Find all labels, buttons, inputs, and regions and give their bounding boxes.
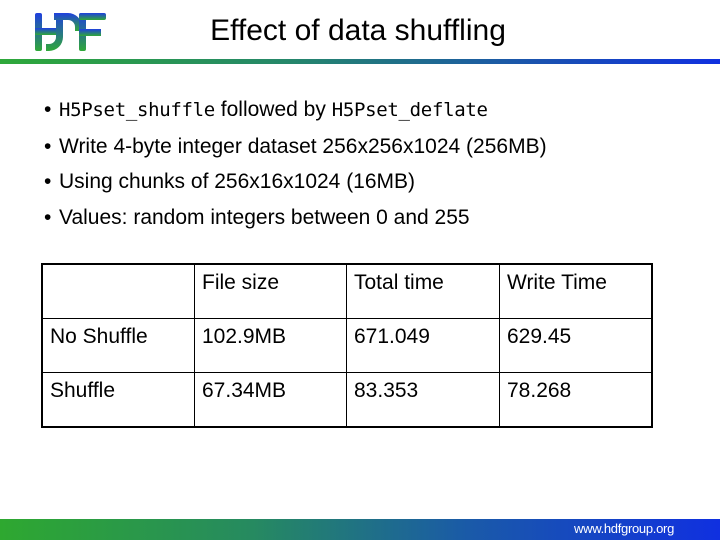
bullet-item: • Values: random integers between 0 and 2…: [44, 200, 547, 236]
bullet-glyph: •: [44, 205, 52, 229]
bullet-text: followed by: [214, 98, 332, 121]
header-divider: [0, 59, 720, 64]
bullet-glyph: •: [44, 98, 52, 121]
table-header-cell: Write Time: [499, 263, 653, 319]
table-header-cell: [41, 263, 195, 319]
table-cell: Shuffle: [41, 372, 195, 428]
table-row: No Shuffle 102.9MB 671.049 629.45: [41, 318, 653, 373]
bullet-glyph: •: [44, 170, 52, 193]
table-header-cell: Total time: [346, 263, 500, 319]
results-table: File size Total time Write Time No Shuffle 1…: [41, 263, 653, 428]
bullet-text: Using chunks of 256x16x1024 (16MB): [59, 170, 416, 193]
table-header-row: File size Total time Write Time: [41, 263, 653, 319]
bullet-item: • H5Pset_shuffle followed by H5Pset_defla…: [44, 92, 547, 129]
table-cell: 629.45: [499, 318, 653, 373]
bullet-list: • H5Pset_shuffle followed by H5Pset_defla…: [44, 92, 547, 235]
table-cell: 78.268: [499, 372, 653, 428]
slide-title: Effect of data shuffling: [210, 14, 506, 47]
bullet-item: • Write 4-byte integer dataset 256x256x10…: [44, 129, 547, 165]
code-text: H5Pset_deflate: [331, 99, 488, 121]
table-cell: 671.049: [346, 318, 500, 373]
table-header-cell: File size: [194, 263, 347, 319]
bullet-text: Values: random integers between 0 and 25…: [59, 205, 470, 229]
table-cell: No Shuffle: [41, 318, 195, 373]
footer-url: www.hdfgroup.org: [574, 521, 674, 536]
code-text: H5Pset_shuffle: [59, 99, 215, 121]
bullet-item: • Using chunks of 256x16x1024 (16MB): [44, 164, 547, 200]
table-cell: 102.9MB: [194, 318, 347, 373]
table-cell: 67.34MB: [194, 372, 347, 428]
bullet-text: Write 4-byte integer dataset 256x256x102…: [59, 134, 547, 158]
bullet-glyph: •: [44, 134, 52, 158]
table-row: Shuffle 67.34MB 83.353 78.268: [41, 372, 653, 428]
table-cell: 83.353: [346, 372, 500, 428]
